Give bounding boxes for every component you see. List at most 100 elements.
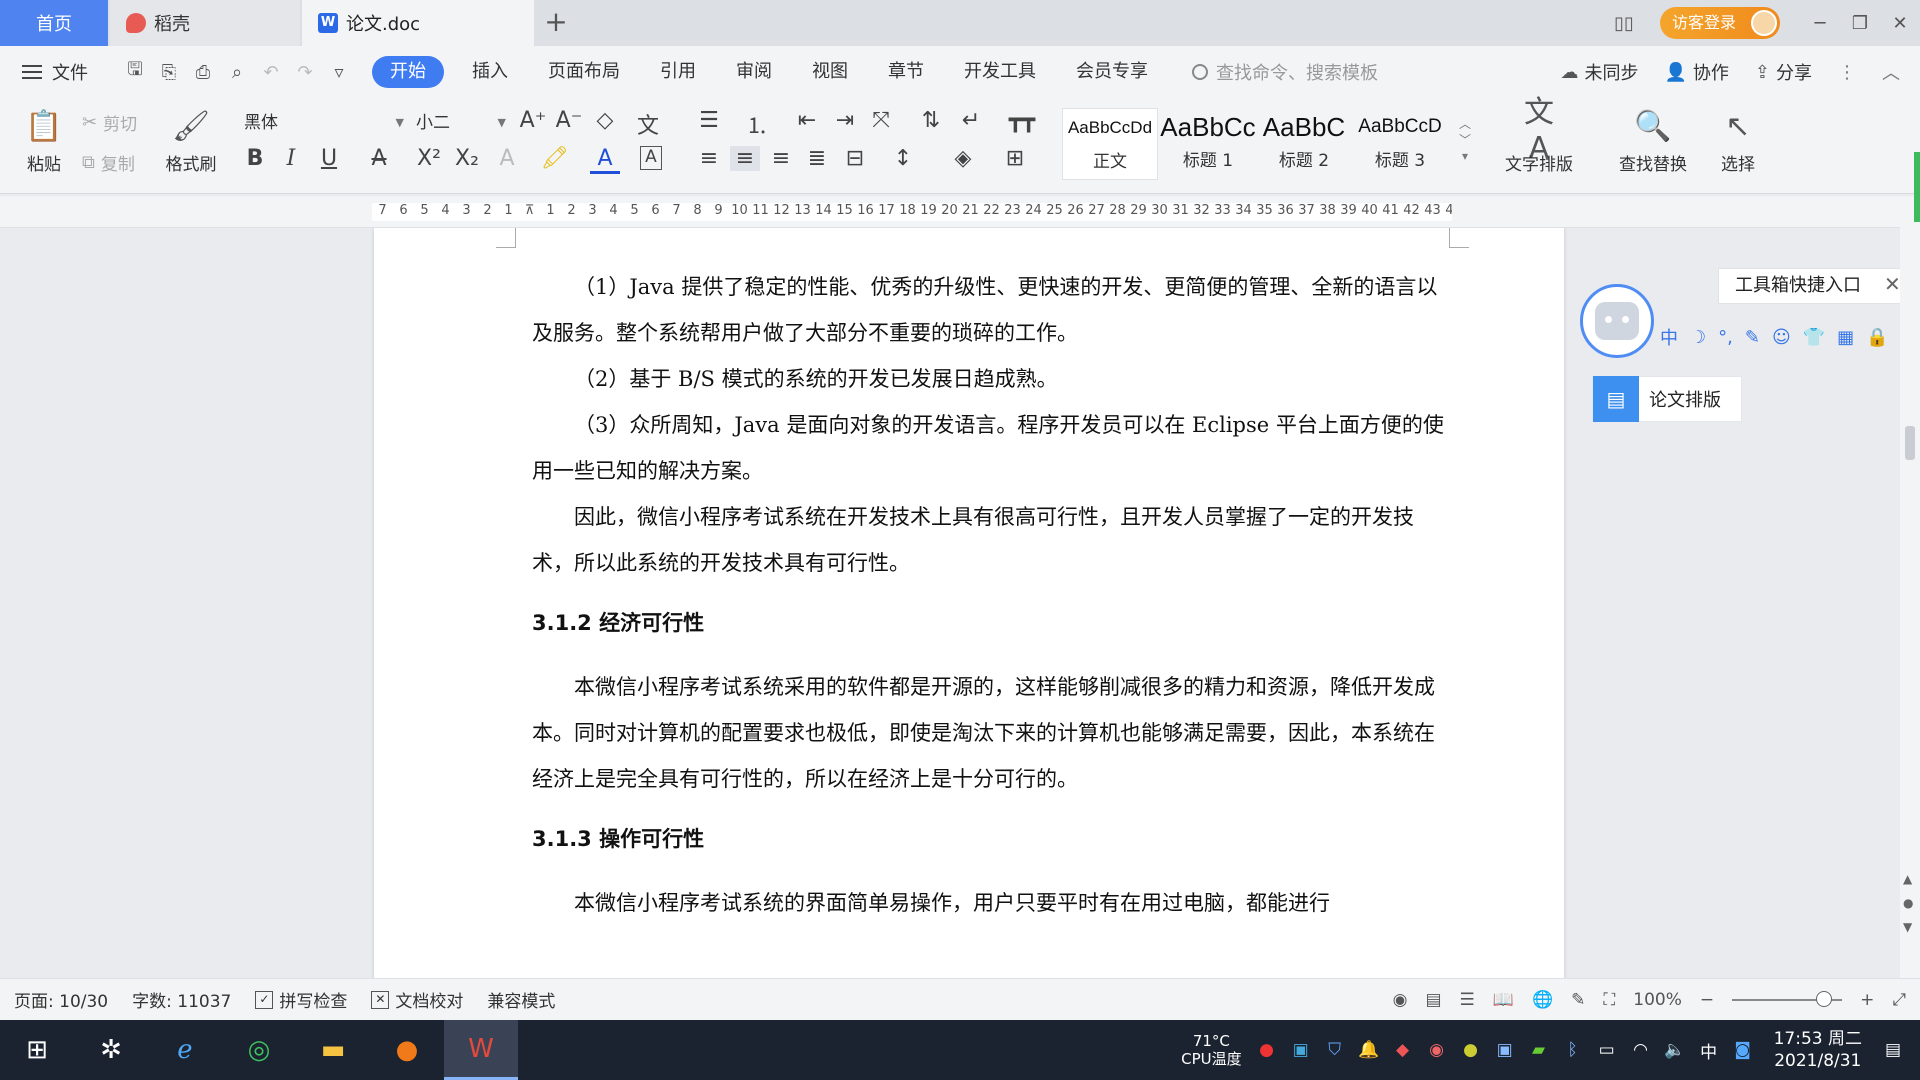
fullscreen-icon[interactable]: ⤢ [1892,990,1906,1010]
wps-taskbar-icon[interactable]: W [444,1020,518,1080]
ime-moon-icon[interactable]: ☽ [1690,327,1706,348]
vertical-scrollbar[interactable]: ▲ ● ▼ [1900,152,1920,978]
zoom-slider-knob[interactable] [1816,991,1833,1007]
font-name-select[interactable]: 黑体 ▼ [238,108,408,138]
format-painter-button[interactable]: 🖌 格式刷 [160,106,222,176]
paste-button[interactable]: 📋 粘贴 [16,106,72,176]
print-preview-icon[interactable]: ⌕ [220,55,254,89]
document-page[interactable]: （1）Java 提供了稳定的性能、优秀的升级性、更快速的开发、更简便的管理、全新… [374,228,1564,978]
italic-icon[interactable]: I [276,146,306,171]
bell-icon[interactable]: 🔔 [1352,1040,1386,1060]
guest-login-button[interactable]: 访客登录 [1659,7,1780,39]
tab-view[interactable]: 视图 [792,56,868,88]
fit-page-icon[interactable]: ⛶ [1603,990,1615,1010]
zoom-in-icon[interactable]: + [1860,990,1874,1010]
ime-punct-icon[interactable]: °, [1718,327,1733,348]
select-browse-icon[interactable]: ● [1903,896,1913,910]
sync-button[interactable]: ☁ 未同步 [1560,59,1638,85]
command-search[interactable]: 查找命令、搜索模板 [1192,59,1378,85]
grow-font-icon[interactable]: A⁺ [518,108,548,133]
prev-page-icon[interactable]: ▲ [1903,872,1912,886]
doc-proof-button[interactable]: ✕ 文档校对 [371,987,463,1012]
clear-format-icon[interactable]: ◇ [590,108,620,133]
bluetooth-icon[interactable]: ᛒ [1556,1040,1590,1060]
char-border-icon[interactable]: A [640,146,662,170]
chinese-layout-icon[interactable]: ⤧ [866,108,896,133]
copy-button[interactable]: ⧉ 复制 [82,150,135,175]
strikethrough-icon[interactable]: A [364,146,394,171]
notification-icon[interactable]: ▤ [1876,1040,1910,1060]
underline-icon[interactable]: U [314,146,344,171]
ime-skin-icon[interactable]: 👕 [1803,327,1825,348]
eye-protection-icon[interactable]: ◉ [1393,990,1408,1010]
tab-daoke[interactable]: 稻壳 [110,0,300,46]
tray-app-icon[interactable]: ● [1454,1040,1488,1060]
wifi-icon[interactable]: ◠ [1624,1040,1658,1060]
outline-view-icon[interactable]: ☰ [1460,990,1475,1010]
collapse-ribbon-icon[interactable]: ︿ [1882,59,1900,85]
tab-start[interactable]: 开始 [372,56,444,88]
write-mode-icon[interactable]: ✎ [1571,990,1585,1010]
style-heading-1[interactable]: AaBbCc 标题 1 [1160,108,1256,180]
superscript-icon[interactable]: X² [414,146,444,171]
battery-icon[interactable]: ▭ [1590,1040,1624,1060]
scrollbar-thumb[interactable] [1905,426,1915,460]
tray-app-icon[interactable]: ▣ [1284,1040,1318,1060]
toolbox-shortcut[interactable]: 工具箱快捷入口 [1718,268,1902,304]
text-layout-button[interactable]: 文A 文字排版 [1496,95,1582,176]
style-normal[interactable]: AaBbCcDd 正文 [1062,108,1158,180]
file-menu[interactable]: 文件 [22,59,88,85]
tab-member[interactable]: 会员专享 [1056,56,1168,88]
phonetic-icon[interactable]: 文 [628,108,668,140]
distribute-icon[interactable]: ⊟ [840,146,870,171]
customize-dropdown-icon[interactable]: ▿ [322,55,356,89]
zoom-out-icon[interactable]: − [1700,990,1714,1010]
subscript-icon[interactable]: X₂ [452,146,482,171]
redo-icon[interactable]: ↷ [288,55,322,89]
ime-wrench-icon[interactable]: ✎ [1745,327,1760,348]
line-spacing-icon[interactable]: ↕ [888,146,918,171]
tab-chapter[interactable]: 章节 [868,56,944,88]
tray-app-icon[interactable]: ▣ [1488,1040,1522,1060]
shading-icon[interactable]: ◈ [948,146,978,171]
find-replace-button[interactable]: 🔍 查找替换 [1610,106,1696,176]
close-button[interactable]: ✕ [1880,0,1920,46]
font-color-icon[interactable]: A [590,146,620,174]
align-left-icon[interactable]: ≡ [694,146,724,171]
tab-page-layout[interactable]: 页面布局 [528,56,640,88]
tray-app-icon[interactable]: ◉ [1420,1040,1454,1060]
volume-icon[interactable]: 🔈 [1658,1040,1692,1060]
tab-stops-icon[interactable]: ┳┳ [1002,108,1042,133]
save-icon[interactable]: 🖫 [118,55,152,89]
document-body[interactable]: （1）Java 提供了稳定的性能、优秀的升级性、更快速的开发、更简便的管理、全新… [532,264,1450,926]
borders-icon[interactable]: ⊞ [1000,146,1030,171]
undo-icon[interactable]: ↶ [254,55,288,89]
numbered-list-icon[interactable]: ⒈ [742,108,772,140]
start-button[interactable]: ⊞ [0,1020,74,1080]
nvidia-icon[interactable]: ▰ [1522,1040,1556,1060]
sort-icon[interactable]: ⇅ [916,108,946,133]
next-page-icon[interactable]: ▼ [1903,920,1912,934]
justify-icon[interactable]: ≣ [802,146,832,171]
tab-insert[interactable]: 插入 [452,56,528,88]
share-button[interactable]: ⇪ 分享 [1755,59,1812,85]
align-center-icon[interactable]: ≡ [730,146,760,171]
file-explorer-icon[interactable]: ▬ [296,1020,370,1080]
new-tab-button[interactable]: + [540,6,572,38]
tray-app-icon[interactable]: ◆ [1386,1040,1420,1060]
text-effect-icon[interactable]: A [492,146,522,171]
tab-references[interactable]: 引用 [640,56,716,88]
tray-app-icon[interactable]: ● [1250,1040,1284,1060]
close-icon[interactable]: ✕ [1884,272,1901,296]
ime-lock-icon[interactable]: 🔒 [1866,327,1888,348]
tab-developer[interactable]: 开发工具 [944,56,1056,88]
tab-review[interactable]: 审阅 [716,56,792,88]
align-right-icon[interactable]: ≡ [766,146,796,171]
bullet-list-icon[interactable]: ☰ [694,108,724,133]
ime-indicator[interactable]: 中 [1692,1038,1726,1063]
tab-document[interactable]: W 论文.doc [302,0,534,46]
styles-scroll-icon[interactable]: ︿ ﹀ ▾ [1450,116,1480,164]
ime-grid-icon[interactable]: ▦ [1837,327,1854,348]
export-icon[interactable]: ⎘ [152,55,186,89]
web-view-icon[interactable]: 🌐 [1532,990,1553,1010]
